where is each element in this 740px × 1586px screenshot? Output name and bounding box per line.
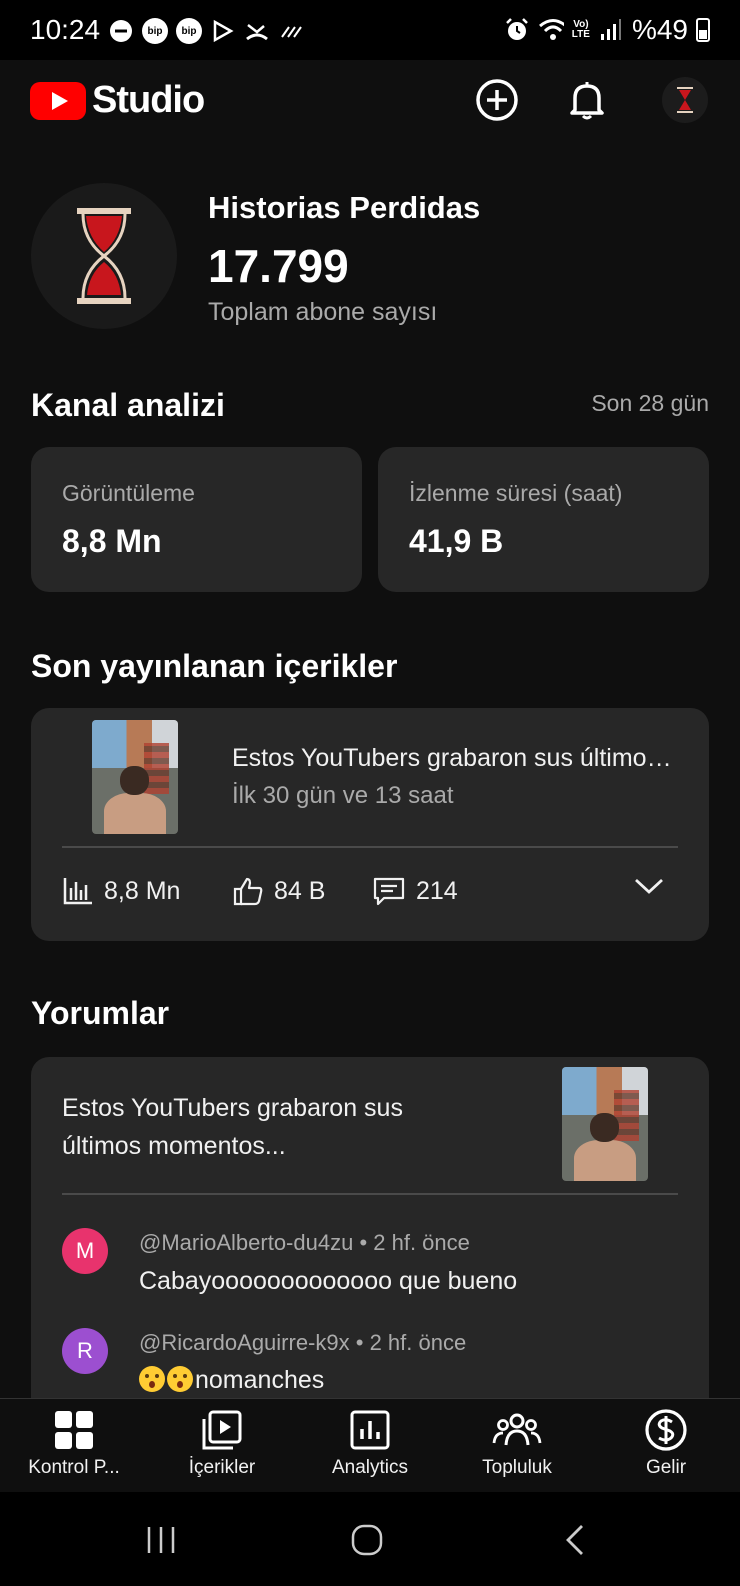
missed-call-icon — [244, 18, 270, 44]
analytics-title: Kanal analizi — [31, 387, 225, 423]
youtube-logo-icon — [30, 81, 86, 120]
comments-count: 214 — [416, 876, 458, 905]
dashboard-icon — [55, 1411, 93, 1449]
likes-count: 84 B — [274, 876, 326, 905]
subscriber-count: 17.799 — [208, 240, 349, 292]
comment-icon — [373, 877, 405, 906]
data-saver-icon — [278, 18, 304, 44]
alarm-icon — [504, 17, 530, 43]
play-store-icon — [210, 18, 236, 44]
content-icon — [202, 1410, 242, 1450]
brand-text: Studio — [92, 79, 205, 121]
comments-title: Yorumlar — [31, 995, 170, 1031]
back-icon — [566, 1525, 583, 1555]
bip-icon: bip — [142, 18, 168, 44]
nav-label: Gelir — [645, 1457, 687, 1478]
views-value: 8,8 Mn — [62, 523, 162, 559]
comment-text-row: nomanches — [139, 1366, 324, 1395]
video-title[interactable]: Estos YouTubers grabaron sus últimos mom… — [232, 744, 682, 773]
volte-icon: Vo) LTE — [571, 19, 590, 40]
nav-label: Topluluk — [482, 1457, 552, 1478]
comment-author-line: @RicardoAguirre-k9x • 2 hf. önce — [139, 1330, 467, 1355]
back-button[interactable] — [550, 1520, 600, 1560]
astonished-emoji-icon — [167, 1366, 193, 1392]
nav-dashboard[interactable]: Kontrol P... — [4, 1407, 144, 1479]
views-label: Görüntüleme — [62, 480, 195, 506]
analytics-period: Son 28 gün — [591, 390, 709, 416]
dnd-icon — [108, 18, 134, 44]
card-divider — [62, 846, 678, 848]
avatar[interactable]: M — [62, 1228, 108, 1274]
notification-icons: bip bip — [108, 18, 304, 44]
channel-avatar[interactable] — [31, 183, 177, 329]
battery-icon — [696, 18, 710, 42]
comment-text: nomanches — [195, 1366, 325, 1394]
signal-icon — [598, 17, 624, 43]
studio-logo[interactable]: Studio — [30, 79, 205, 122]
app-header: Studio — [0, 60, 740, 140]
bottom-nav: Kontrol P... İçerikler Analytics Toplulu… — [0, 1398, 740, 1492]
nav-label: İçerikler — [188, 1457, 256, 1478]
bar-chart-icon — [63, 878, 92, 905]
create-icon — [476, 79, 518, 121]
comment-time: 2 hf. önce — [373, 1230, 470, 1255]
bip-icon-2: bip — [176, 18, 202, 44]
video-thumbnail[interactable] — [92, 720, 178, 834]
nav-label: Analytics — [331, 1457, 409, 1478]
nav-content[interactable]: İçerikler — [152, 1407, 292, 1479]
video-age: İlk 30 gün ve 13 saat — [232, 782, 454, 809]
comments-card[interactable]: Estos YouTubers grabaron sus últimos mom… — [31, 1057, 709, 1417]
nav-label: Kontrol P... — [28, 1457, 120, 1478]
nav-community[interactable]: Topluluk — [447, 1407, 587, 1479]
system-nav-bar — [0, 1492, 740, 1586]
subscriber-label: Toplam abone sayısı — [208, 298, 438, 326]
likes-metric: 84 B — [232, 876, 325, 906]
watch-time-label: İzlenme süresi (saat) — [409, 480, 623, 506]
comment-author[interactable]: @MarioAlberto-du4zu — [139, 1230, 353, 1255]
expand-button[interactable] — [633, 876, 665, 896]
account-button[interactable] — [660, 75, 710, 125]
hourglass-icon — [77, 208, 131, 304]
status-time: 10:24 — [30, 14, 101, 45]
watch-time-value: 41,9 B — [409, 523, 504, 559]
views-count: 8,8 Mn — [104, 876, 181, 905]
notifications-button[interactable] — [562, 75, 612, 125]
bell-icon — [570, 82, 604, 120]
recent-apps-icon — [147, 1527, 175, 1553]
comment-author-line: @MarioAlberto-du4zu • 2 hf. önce — [139, 1230, 470, 1255]
system-status: Vo) LTE %49 — [504, 14, 710, 46]
earn-icon — [645, 1409, 687, 1451]
chevron-down-icon — [635, 878, 663, 894]
recent-apps-button[interactable] — [136, 1520, 186, 1560]
comments-metric: 214 — [372, 876, 458, 906]
battery-percent: %49 — [631, 14, 688, 45]
nav-analytics[interactable]: Analytics — [300, 1407, 440, 1479]
channel-avatar-icon — [662, 77, 708, 123]
avatar[interactable]: R — [62, 1328, 108, 1374]
wifi-icon — [538, 17, 564, 43]
status-bar: 10:24 bip bip Vo) LTE %49 — [0, 0, 740, 60]
views-card[interactable]: Görüntüleme 8,8 Mn — [31, 447, 362, 592]
comment-time: 2 hf. önce — [369, 1330, 467, 1355]
nav-earn[interactable]: Gelir — [596, 1407, 736, 1479]
recent-video-card[interactable]: Estos YouTubers grabaron sus últimos mom… — [31, 708, 709, 941]
thumbs-up-icon — [233, 877, 263, 906]
comment-video-title[interactable]: Estos YouTubers grabaron sus últimos mom… — [62, 1089, 482, 1165]
community-icon — [492, 1413, 542, 1446]
comments-divider — [62, 1193, 678, 1195]
comment-text: Cabayooooooooooooo que bueno — [139, 1267, 518, 1295]
home-icon — [351, 1524, 383, 1556]
channel-name: Historias Perdidas — [208, 190, 481, 225]
recent-content-title: Son yayınlanan içerikler — [31, 648, 398, 684]
home-button[interactable] — [342, 1520, 392, 1560]
comment-video-thumbnail[interactable] — [562, 1067, 648, 1181]
analytics-icon — [350, 1410, 390, 1450]
watch-time-card[interactable]: İzlenme süresi (saat) 41,9 B — [378, 447, 709, 592]
astonished-emoji-icon — [139, 1366, 165, 1392]
views-metric: 8,8 Mn — [62, 876, 180, 906]
comment-author[interactable]: @RicardoAguirre-k9x — [139, 1330, 350, 1355]
create-button[interactable] — [472, 75, 522, 125]
